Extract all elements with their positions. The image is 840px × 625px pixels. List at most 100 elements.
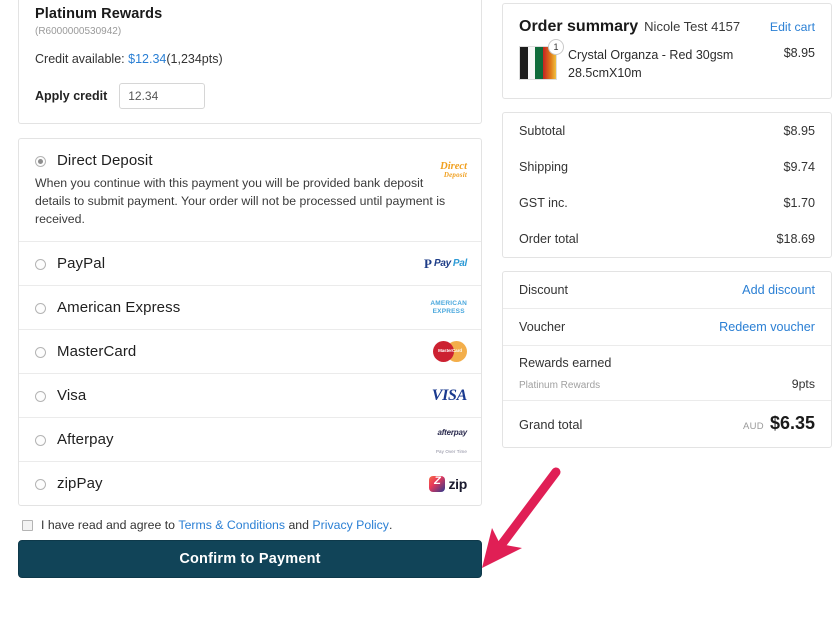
rewards-program-title: Platinum Rewards xyxy=(35,6,163,22)
radio-mastercard[interactable] xyxy=(35,347,46,359)
payment-method-mastercard[interactable]: MasterCard MasterCard xyxy=(19,330,481,375)
privacy-policy-link[interactable]: Privacy Policy xyxy=(312,518,389,532)
rewards-account-number: (R6000000530942) xyxy=(35,26,122,37)
totals-value: $18.69 xyxy=(776,232,815,247)
afterpay-logo-line1: afterpay xyxy=(437,428,467,438)
order-summary-column: Order summary Nicole Test 4157 Edit cart… xyxy=(502,3,832,449)
totals-label: Order total xyxy=(519,232,579,247)
add-discount-link[interactable]: Add discount xyxy=(742,283,815,297)
payment-method-header: Visa xyxy=(35,387,465,404)
discount-row: Discount Add discount xyxy=(503,272,831,310)
terms-text-prefix: I have read and agree to xyxy=(41,518,175,533)
terms-agreement-row: I have read and agree to Terms & Conditi… xyxy=(22,518,482,532)
payment-method-visa[interactable]: Visa VISA xyxy=(19,374,481,419)
radio-afterpay[interactable] xyxy=(35,435,46,447)
totals-value: $1.70 xyxy=(783,196,815,211)
voucher-row: Voucher Redeem voucher xyxy=(503,309,831,347)
mastercard-logo-text: MasterCard xyxy=(438,348,462,354)
totals-row-shipping: Shipping $9.74 xyxy=(503,149,831,185)
payment-column: Platinum Rewards (R6000000530942) Credit… xyxy=(18,0,482,579)
order-item-thumbnail-wrapper: 1 xyxy=(519,39,564,80)
terms-and-conditions-link[interactable]: Terms & Conditions xyxy=(178,518,285,532)
payment-method-header: Direct Deposit xyxy=(35,152,465,169)
direct-deposit-description: When you continue with this payment you … xyxy=(35,176,446,226)
radio-visa[interactable] xyxy=(35,391,46,403)
grand-total-amount: $6.35 xyxy=(769,413,815,434)
payment-method-header: PayPal xyxy=(35,255,465,272)
amex-logo: AMERICAN EXPRESS xyxy=(430,295,467,321)
totals-label: GST inc. xyxy=(519,196,568,211)
payment-method-label: zipPay xyxy=(57,475,103,493)
paypal-pal-text: Pal xyxy=(452,258,467,270)
payment-method-afterpay[interactable]: Afterpay afterpay Pay Over Time xyxy=(19,418,481,463)
payment-method-direct-deposit[interactable]: Direct Deposit When you continue with th… xyxy=(19,139,481,243)
zip-logo-text: zip xyxy=(448,475,467,492)
payment-method-zippay[interactable]: zipPay zip xyxy=(19,462,481,505)
payment-method-paypal[interactable]: PayPal P Pay Pal xyxy=(19,242,481,287)
order-summary-title: Order summary xyxy=(519,18,639,35)
edit-cart-link[interactable]: Edit cart xyxy=(770,20,815,34)
rewards-earned-row: Rewards earned Platinum Rewards 9pts xyxy=(503,346,831,402)
order-summary-customer: Nicole Test 4157 xyxy=(644,19,741,34)
order-extras-card: Discount Add discount Voucher Redeem vou… xyxy=(502,271,832,449)
payment-method-header: MasterCard xyxy=(35,343,465,360)
payment-method-header: zipPay xyxy=(35,475,465,492)
order-item-row: 1 Crystal Organza - Red 30gsm 28.5cmX10m… xyxy=(503,39,831,98)
confirm-to-payment-button[interactable]: Confirm to Payment xyxy=(18,540,482,579)
redeem-voucher-link[interactable]: Redeem voucher xyxy=(719,320,815,334)
radio-zippay[interactable] xyxy=(35,479,46,491)
rewards-earned-label: Rewards earned xyxy=(519,356,612,371)
totals-row-gst: GST inc. $1.70 xyxy=(503,185,831,221)
payment-method-label: Direct Deposit xyxy=(57,152,153,169)
totals-row-order-total: Order total $18.69 xyxy=(503,221,831,257)
terms-text-suffix: . xyxy=(388,518,393,533)
direct-deposit-logo-line2: Deposit xyxy=(443,170,467,179)
totals-label: Shipping xyxy=(519,160,569,175)
voucher-label: Voucher xyxy=(519,320,566,335)
totals-label: Subtotal xyxy=(519,124,566,139)
grand-total-row: Grand total AUD $6.35 xyxy=(503,401,831,447)
radio-paypal[interactable] xyxy=(35,259,46,271)
visa-logo-text: VISA xyxy=(431,386,468,404)
payment-method-label: Visa xyxy=(57,387,87,405)
order-summary-card: Order summary Nicole Test 4157 Edit cart… xyxy=(502,3,832,100)
payment-method-label: American Express xyxy=(57,299,181,317)
rewards-earned-detail: Platinum Rewards 9pts xyxy=(519,377,815,391)
credit-available-points: (1,234pts) xyxy=(166,52,223,66)
mastercard-logo: MasterCard xyxy=(433,339,467,365)
afterpay-logo: afterpay Pay Over Time xyxy=(436,427,467,453)
grand-total-value-group: AUD $6.35 xyxy=(743,413,815,434)
terms-checkbox[interactable] xyxy=(22,519,33,531)
paypal-p-mark: P xyxy=(424,256,432,272)
radio-american-express[interactable] xyxy=(35,303,46,315)
credit-available-line: Credit available: $12.34(1,234pts) xyxy=(35,52,465,66)
credit-available-amount: $12.34 xyxy=(128,52,167,66)
apply-credit-input[interactable] xyxy=(119,83,206,109)
paypal-logo: P Pay Pal xyxy=(424,251,467,277)
zip-logo: zip xyxy=(429,471,467,497)
zip-mark-icon xyxy=(429,475,446,492)
totals-value: $9.74 xyxy=(783,160,815,175)
order-item-quantity-badge: 1 xyxy=(548,39,564,55)
grand-total-currency: AUD xyxy=(742,421,764,433)
payment-methods-list: Direct Deposit When you continue with th… xyxy=(18,138,482,507)
order-item-name: Crystal Organza - Red 30gsm 28.5cmX10m xyxy=(568,48,734,81)
order-totals-card: Subtotal $8.95 Shipping $9.74 GST inc. $… xyxy=(502,112,832,259)
rewards-card: Platinum Rewards (R6000000530942) Credit… xyxy=(18,0,482,124)
radio-direct-deposit[interactable] xyxy=(35,156,46,167)
rewards-earned-program: Platinum Rewards xyxy=(519,380,601,392)
rewards-earned-points: 9pts xyxy=(791,377,815,392)
payment-method-american-express[interactable]: American Express AMERICAN EXPRESS xyxy=(19,286,481,331)
totals-row-subtotal: Subtotal $8.95 xyxy=(503,113,831,149)
visa-logo: VISA xyxy=(431,383,468,409)
amex-logo-line1: AMERICAN xyxy=(430,299,467,307)
paypal-pay-text: Pay xyxy=(433,258,451,270)
payment-method-label: MasterCard xyxy=(57,343,137,361)
terms-conjunction: and xyxy=(288,518,309,533)
amex-logo-line2: EXPRESS xyxy=(432,307,465,315)
payment-method-label: PayPal xyxy=(57,255,106,273)
annotation-arrow-icon xyxy=(482,467,561,568)
payment-method-header: Afterpay xyxy=(35,431,465,448)
apply-credit-label: Apply credit xyxy=(35,89,108,103)
direct-deposit-logo: Direct Deposit xyxy=(440,157,467,183)
